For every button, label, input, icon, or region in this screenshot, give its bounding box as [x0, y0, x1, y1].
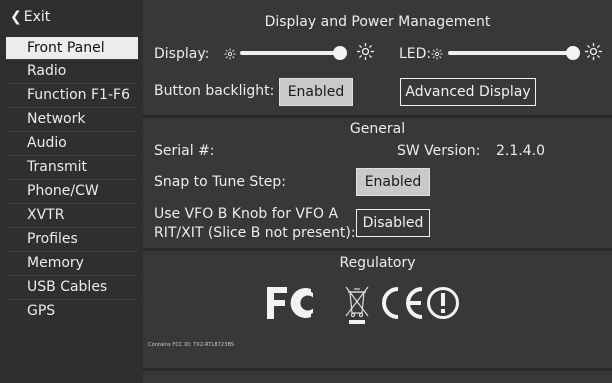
general-title: General	[349, 121, 406, 137]
exit-button[interactable]: ❮ Exit	[0, 0, 143, 34]
chevron-left-icon: ❮	[10, 9, 22, 25]
led-brightness-knob[interactable]	[566, 46, 580, 60]
bright-sun-icon	[585, 43, 602, 60]
section-divider	[143, 248, 612, 251]
display-brightness-knob[interactable]	[333, 46, 347, 60]
vfo-knob-label-line1: Use VFO B Knob for VFO A	[154, 206, 339, 222]
backlight-label: Button backlight:	[154, 83, 275, 99]
fcc-logo	[267, 287, 313, 319]
vfo-knob-toggle-button[interactable]: Disabled	[356, 209, 430, 237]
dim-sun-icon	[431, 48, 443, 60]
sw-version-value: 2.1.4.0	[496, 143, 545, 159]
snap-tune-label: Snap to Tune Step:	[154, 174, 287, 190]
backlight-toggle-button[interactable]: Enabled	[279, 78, 353, 106]
led-brightness-track[interactable]	[448, 51, 573, 55]
sidebar-item-profiles[interactable]: Profiles	[6, 228, 138, 250]
sidebar-item-radio[interactable]: Radio	[6, 60, 138, 82]
sidebar-item-transmit[interactable]: Transmit	[6, 156, 138, 178]
dim-sun-icon	[224, 48, 236, 60]
snap-tune-toggle-button[interactable]: Enabled	[356, 168, 430, 196]
ce-mark-icon	[382, 287, 423, 319]
alert-circle-icon	[427, 287, 459, 319]
weee-bin-icon	[345, 286, 369, 324]
sidebar-item-phone-cw[interactable]: Phone/CW	[6, 180, 138, 202]
front-panel-settings: Display and Power Management Display: LE…	[143, 0, 612, 383]
sidebar-item-function-f1-f6[interactable]: Function F1-F6	[6, 84, 138, 106]
settings-sidebar: ❮ Exit Front Panel Radio Function F1-F6 …	[0, 0, 143, 383]
sidebar-item-gps[interactable]: GPS	[6, 300, 138, 322]
display-label: Display:	[154, 46, 210, 62]
section-divider	[143, 115, 612, 118]
sidebar-item-memory[interactable]: Memory	[6, 252, 138, 274]
sidebar-item-network[interactable]: Network	[6, 108, 138, 130]
serial-label: Serial #:	[154, 143, 215, 159]
sidebar-item-audio[interactable]: Audio	[6, 132, 138, 154]
fcc-id-text: Contains FCC ID: TX2-RTL8723BS	[148, 342, 235, 348]
sidebar-item-front-panel[interactable]: Front Panel	[6, 37, 138, 59]
vfo-knob-label-line2: RIT/XIT (Slice B not present):	[154, 225, 356, 241]
regulatory-title: Regulatory	[339, 255, 416, 271]
advanced-display-button[interactable]: Advanced Display	[400, 78, 536, 106]
led-label: LED:	[399, 46, 432, 62]
exit-label: Exit	[23, 9, 51, 25]
display-brightness-track[interactable]	[240, 51, 340, 55]
sidebar-item-usb-cables[interactable]: USB Cables	[6, 276, 138, 298]
section-divider	[143, 368, 612, 371]
bright-sun-icon	[357, 43, 374, 60]
display-power-title: Display and Power Management	[264, 14, 491, 30]
sw-version-label: SW Version:	[397, 143, 481, 159]
sidebar-item-xvtr[interactable]: XVTR	[6, 204, 138, 226]
